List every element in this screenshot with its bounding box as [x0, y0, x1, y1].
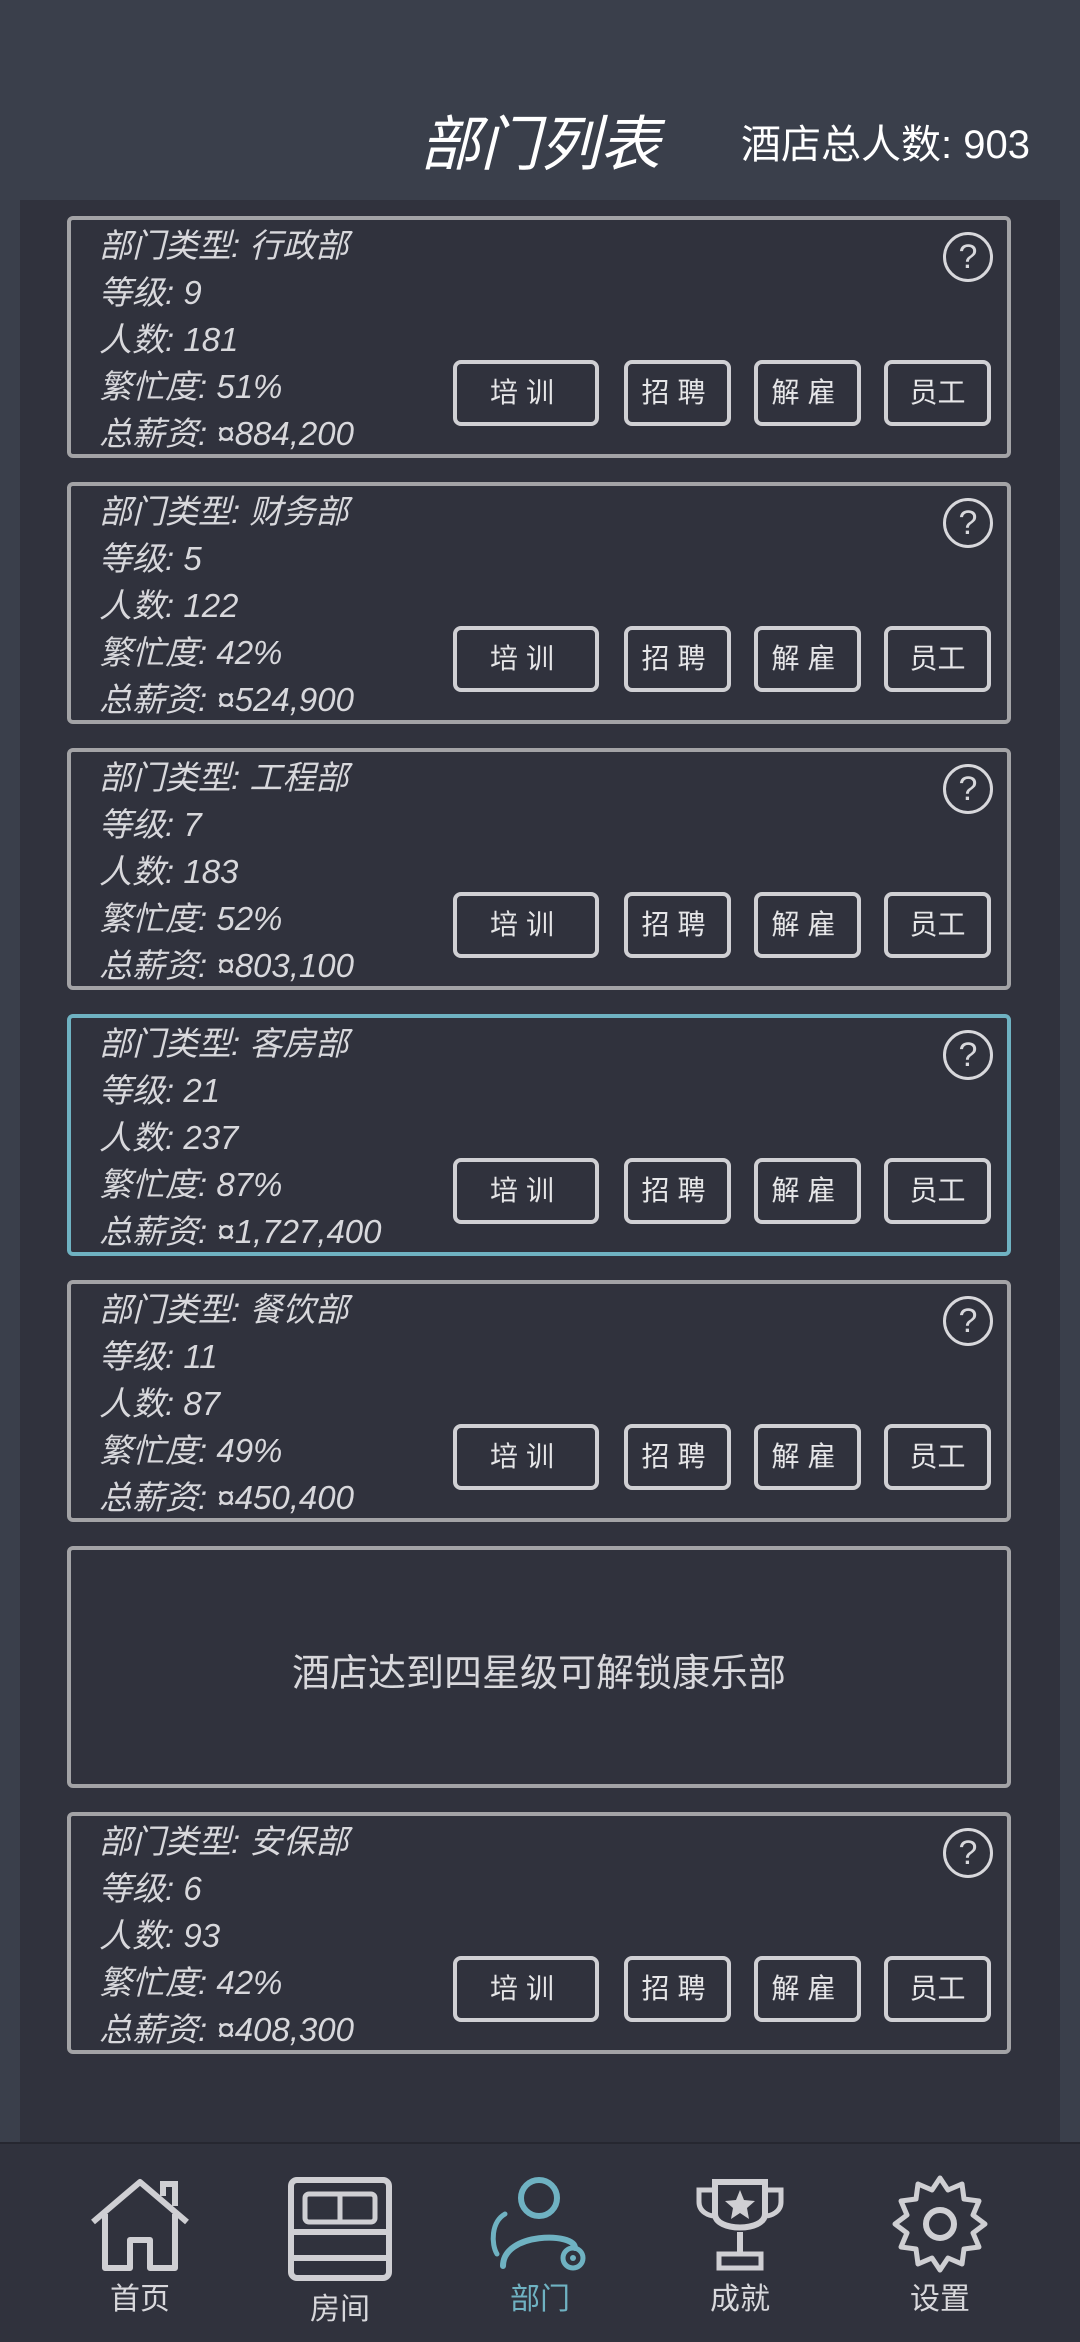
department-busy: 繁忙度: 51% [99, 368, 283, 405]
bed-icon [288, 2177, 392, 2281]
nav-label-settings: 设置 [910, 2282, 970, 2317]
fire-button[interactable]: 解雇 [754, 1424, 861, 1490]
department-salary: 总薪资: ¤524,900 [99, 681, 354, 718]
department-card: 部门类型: 餐饮部 等级: 11 人数: 87 繁忙度: 49% 总薪资: ¤4… [67, 1280, 1011, 1522]
department-level: 等级: 9 [99, 274, 202, 311]
department-card-selected: 部门类型: 客房部 等级: 21 人数: 237 繁忙度: 87% 总薪资: ¤… [67, 1014, 1011, 1256]
department-busy: 繁忙度: 49% [99, 1432, 283, 1469]
help-icon[interactable]: ? [943, 1030, 993, 1080]
department-card: 部门类型: 财务部 等级: 5 人数: 122 繁忙度: 42% 总薪资: ¤5… [67, 482, 1011, 724]
nav-item-achievements[interactable]: 成就 [670, 2174, 810, 2334]
train-button[interactable]: 培训 [453, 626, 599, 692]
people-gear-icon [490, 2177, 586, 2271]
help-icon[interactable]: ? [943, 498, 993, 548]
recruit-button[interactable]: 招聘 [624, 1158, 731, 1224]
staff-button[interactable]: 员工 [884, 1158, 991, 1224]
department-card: 部门类型: 安保部 等级: 6 人数: 93 繁忙度: 42% 总薪资: ¤40… [67, 1812, 1011, 2054]
gear-icon [892, 2175, 988, 2273]
department-salary: 总薪资: ¤803,100 [99, 947, 354, 984]
staff-button[interactable]: 员工 [884, 1424, 991, 1490]
train-button[interactable]: 培训 [453, 1424, 599, 1490]
department-type: 部门类型: 餐饮部 [99, 1291, 349, 1328]
hotel-total-staff: 酒店总人数: 903 [741, 123, 1030, 167]
train-button[interactable]: 培训 [453, 892, 599, 958]
department-card: 部门类型: 行政部 等级: 9 人数: 181 繁忙度: 51% 总薪资: ¤8… [67, 216, 1011, 458]
nav-item-home[interactable]: 首页 [70, 2174, 210, 2334]
recruit-button[interactable]: 招聘 [624, 892, 731, 958]
department-busy: 繁忙度: 87% [99, 1166, 283, 1203]
locked-department-card: 酒店达到四星级可解锁康乐部 [67, 1546, 1011, 1788]
department-level: 等级: 11 [99, 1338, 218, 1375]
train-button[interactable]: 培训 [453, 1158, 599, 1224]
nav-label-rooms: 房间 [310, 2292, 370, 2327]
department-count: 人数: 237 [99, 1119, 239, 1156]
trophy-icon [696, 2179, 784, 2271]
nav-item-rooms[interactable]: 房间 [270, 2174, 410, 2334]
department-count: 人数: 122 [99, 587, 239, 624]
page-title: 部门列表 [420, 110, 660, 180]
department-salary: 总薪资: ¤884,200 [99, 415, 354, 452]
department-busy: 繁忙度: 42% [99, 1964, 283, 2001]
fire-button[interactable]: 解雇 [754, 360, 861, 426]
help-icon[interactable]: ? [943, 232, 993, 282]
help-icon[interactable]: ? [943, 1828, 993, 1878]
recruit-button[interactable]: 招聘 [624, 1956, 731, 2022]
department-level: 等级: 5 [99, 540, 202, 577]
nav-item-settings[interactable]: 设置 [870, 2174, 1010, 2334]
department-type: 部门类型: 行政部 [99, 227, 349, 264]
fire-button[interactable]: 解雇 [754, 892, 861, 958]
department-count: 人数: 87 [99, 1385, 221, 1422]
help-icon[interactable]: ? [943, 1296, 993, 1346]
department-busy: 繁忙度: 52% [99, 900, 283, 937]
staff-button[interactable]: 员工 [884, 1956, 991, 2022]
nav-label-achievements: 成就 [710, 2282, 770, 2317]
recruit-button[interactable]: 招聘 [624, 626, 731, 692]
train-button[interactable]: 培训 [453, 360, 599, 426]
department-salary: 总薪资: ¤450,400 [99, 1479, 354, 1516]
nav-label-departments: 部门 [510, 2282, 570, 2317]
department-type: 部门类型: 客房部 [99, 1025, 349, 1062]
recruit-button[interactable]: 招聘 [624, 360, 731, 426]
department-type: 部门类型: 安保部 [99, 1823, 349, 1860]
home-icon [91, 2179, 189, 2271]
help-icon[interactable]: ? [943, 764, 993, 814]
department-count: 人数: 181 [99, 321, 239, 358]
recruit-button[interactable]: 招聘 [624, 1424, 731, 1490]
department-count: 人数: 93 [99, 1917, 221, 1954]
department-card: 部门类型: 工程部 等级: 7 人数: 183 繁忙度: 52% 总薪资: ¤8… [67, 748, 1011, 990]
staff-button[interactable]: 员工 [884, 892, 991, 958]
department-type: 部门类型: 工程部 [99, 759, 349, 796]
department-salary: 总薪资: ¤408,300 [99, 2011, 354, 2048]
locked-message: 酒店达到四星级可解锁康乐部 [291, 1651, 786, 1695]
department-type: 部门类型: 财务部 [99, 493, 349, 530]
department-busy: 繁忙度: 42% [99, 634, 283, 671]
fire-button[interactable]: 解雇 [754, 626, 861, 692]
header: 部门列表 酒店总人数: 903 [0, 0, 1080, 200]
department-salary: 总薪资: ¤1,727,400 [99, 1213, 382, 1250]
department-level: 等级: 6 [99, 1870, 202, 1907]
fire-button[interactable]: 解雇 [754, 1956, 861, 2022]
nav-item-departments[interactable]: 部门 [470, 2174, 610, 2334]
nav-label-home: 首页 [110, 2282, 170, 2317]
bottom-nav: 首页 房间 部门 成就 设置 [0, 2142, 1080, 2342]
department-level: 等级: 21 [99, 1072, 221, 1109]
department-count: 人数: 183 [99, 853, 239, 890]
staff-button[interactable]: 员工 [884, 626, 991, 692]
department-level: 等级: 7 [99, 806, 202, 843]
train-button[interactable]: 培训 [453, 1956, 599, 2022]
fire-button[interactable]: 解雇 [754, 1158, 861, 1224]
staff-button[interactable]: 员工 [884, 360, 991, 426]
